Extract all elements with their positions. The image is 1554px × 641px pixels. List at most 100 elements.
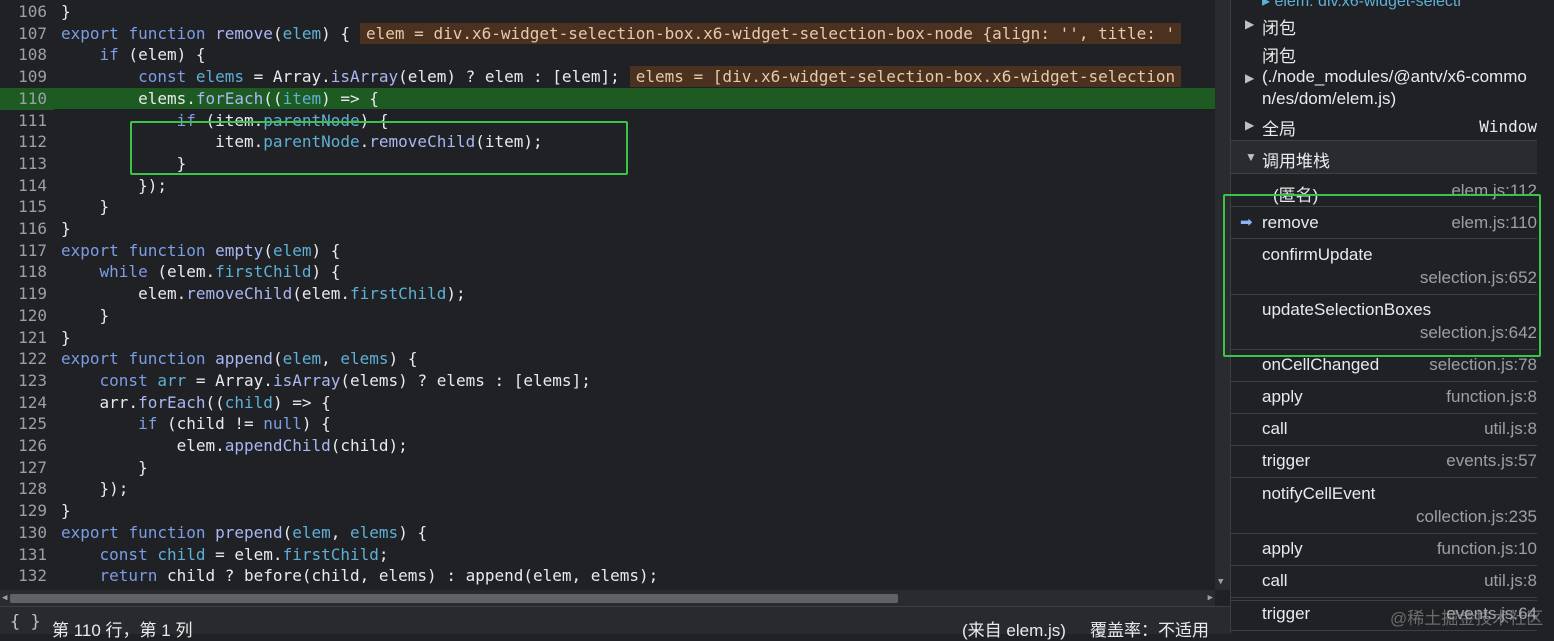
frame-location-link[interactable]: function.js:8 (1446, 387, 1537, 407)
code-line[interactable]: 127 } (0, 457, 1215, 479)
line-number[interactable]: 125 (0, 413, 54, 435)
line-number[interactable]: 108 (0, 44, 54, 66)
scroll-down-icon[interactable]: ▼ (1218, 577, 1223, 587)
code-line[interactable]: 116} (0, 218, 1215, 240)
line-number[interactable]: 130 (0, 522, 54, 544)
code-text: while (elem.firstChild) { (99, 262, 341, 282)
line-number[interactable]: 112 (0, 131, 54, 153)
line-number[interactable]: 115 (0, 196, 54, 218)
callstack-section-header[interactable]: ▼ 调用堆栈 (1231, 141, 1537, 173)
code-line[interactable]: 108 if (elem) { (0, 44, 1215, 66)
frame-location-link[interactable]: function.js:10 (1437, 539, 1537, 559)
code-line[interactable]: 124 arr.forEach((child) => { (0, 392, 1215, 414)
code-text: }); (61, 175, 167, 195)
callstack-frame[interactable]: call util.js:8 (1231, 414, 1537, 445)
horizontal-scroll-thumb[interactable] (10, 594, 898, 603)
frame-location-link[interactable]: collection.js:235 (1416, 507, 1537, 527)
code-text: const arr = Array.isArray(elems) ? elems… (99, 370, 591, 390)
frame-function-name: trigger (1262, 451, 1311, 470)
line-number[interactable]: 128 (0, 478, 54, 500)
frame-location-link[interactable]: util.js:8 (1484, 419, 1537, 439)
code-text: } (61, 305, 110, 325)
scroll-left-icon[interactable]: ◀ (2, 593, 7, 603)
line-number[interactable]: 116 (0, 218, 54, 240)
code-text: elems.forEach((item) => { (61, 88, 379, 108)
callstack-frame[interactable]: apply function.js:10 (1231, 534, 1537, 565)
callstack-frame[interactable]: call util.js:8 (1231, 566, 1537, 597)
inline-variable-value: elem = div.x6-widget-selection-box.x6-wi… (360, 22, 1182, 44)
callstack-frame[interactable]: apply function.js:8 (1231, 382, 1537, 413)
scope-closure-1[interactable]: ▶ 闭包 (1231, 14, 1537, 38)
watermark: @稀土掘金技术社区 (1390, 609, 1544, 628)
line-number[interactable]: 122 (0, 348, 54, 370)
line-number[interactable]: 118 (0, 261, 54, 283)
scope-closure-2[interactable]: 闭包 (1231, 42, 1537, 66)
code-line[interactable]: 107 export function remove(elem) {elem = … (0, 22, 1215, 45)
code-line[interactable]: 122 export function append(elem, elems) { (0, 348, 1215, 370)
scope-variable-partial[interactable]: ▸ elem: div.x6-widget-selecti (1231, 0, 1537, 10)
code-text: } (61, 2, 71, 21)
line-number[interactable]: 107 (0, 23, 54, 45)
collapse-triangle-icon[interactable]: ▼ (1245, 150, 1257, 164)
line-number[interactable]: 123 (0, 370, 54, 392)
code-text: elem.appendChild(child); (61, 436, 408, 455)
code-line[interactable]: 130 export function prepend(elem, elems) … (0, 522, 1215, 544)
line-number[interactable]: 119 (0, 283, 54, 305)
code-line[interactable]: 115 } (0, 196, 1215, 218)
pretty-print-icon[interactable]: { } (10, 612, 41, 632)
source-editor[interactable]: 106} 107 export function remove(elem) {ele… (0, 0, 1215, 590)
code-line[interactable]: 119 elem.removeChild(elem.firstChild); (0, 283, 1215, 305)
line-number[interactable]: 129 (0, 500, 54, 522)
code-line[interactable]: 117 export function empty(elem) { (0, 240, 1215, 262)
frame-function-name: onCellChanged (1262, 355, 1380, 374)
line-number[interactable]: 114 (0, 175, 54, 197)
code-line[interactable]: 129} (0, 500, 1215, 522)
scope-global[interactable]: ▶ 全局 Window (1231, 115, 1537, 139)
code-line[interactable]: 121} (0, 327, 1215, 349)
code-text: if (elem) { (99, 45, 206, 65)
frame-location-link[interactable]: events.js:57 (1446, 451, 1537, 471)
line-number[interactable]: 120 (0, 305, 54, 327)
code-line[interactable]: 125 if (child != null) { (0, 413, 1215, 435)
line-number[interactable]: 106 (0, 1, 54, 23)
scroll-right-icon[interactable]: ▶ (1208, 593, 1213, 603)
code-text: } (61, 327, 71, 347)
line-number[interactable]: 117 (0, 240, 54, 262)
code-text: export function append(elem, elems) { (61, 349, 418, 369)
code-line[interactable]: 132 return child ? before(child, elems) … (0, 565, 1215, 587)
line-number[interactable]: 113 (0, 153, 54, 175)
code-line[interactable]: 131 const child = elem.firstChild; (0, 544, 1215, 566)
code-line[interactable]: 126 elem.appendChild(child); (0, 435, 1215, 457)
code-text: export function remove(elem) {elem = div… (61, 22, 1182, 45)
frame-location-link[interactable]: util.js:8 (1484, 571, 1537, 591)
source-file-link[interactable]: (来自 elem.js) (962, 616, 1066, 641)
line-number[interactable]: 126 (0, 435, 54, 457)
frame-location-link[interactable]: selection.js:78 (1429, 355, 1537, 375)
code-line[interactable]: 123 const arr = Array.isArray(elems) ? e… (0, 370, 1215, 392)
line-number[interactable]: 111 (0, 110, 54, 132)
horizontal-scrollbar[interactable]: ◀ ▶ (0, 590, 1215, 606)
line-number[interactable]: 127 (0, 457, 54, 479)
expand-triangle-icon[interactable]: ▶ (1245, 71, 1254, 85)
code-line[interactable]: 114 }); (0, 175, 1215, 197)
line-number[interactable]: 110 (0, 87, 54, 110)
expand-triangle-icon[interactable]: ▶ (1245, 118, 1254, 132)
code-line-current[interactable]: 110 elems.forEach((item) => { (0, 87, 1215, 110)
line-number[interactable]: 121 (0, 327, 54, 349)
code-line[interactable]: 128 }); (0, 478, 1215, 500)
code-line[interactable]: 106} (0, 1, 1215, 23)
scope-module-closure[interactable]: ▶ (./node_modules/@antv/x6-common/es/dom… (1231, 66, 1537, 112)
line-number[interactable]: 109 (0, 66, 54, 88)
callstack-frame[interactable]: notifyCellEvent collection.js:235 (1231, 479, 1537, 533)
code-line[interactable]: 118 while (elem.firstChild) { (0, 261, 1215, 283)
code-text: const elems = Array.isArray(elem) ? elem… (61, 66, 1182, 88)
code-line[interactable]: 109 const elems = Array.isArray(elem) ? … (0, 66, 1215, 88)
callstack-frame[interactable]: trigger events.js:57 (1231, 446, 1537, 477)
code-line[interactable]: 120 } (0, 305, 1215, 327)
line-number[interactable]: 132 (0, 565, 54, 587)
expand-triangle-icon[interactable]: ▶ (1245, 17, 1254, 31)
code-text: return child ? before(child, elems) : ap… (99, 566, 659, 586)
line-number[interactable]: 131 (0, 544, 54, 566)
code-text: arr.forEach((child) => { (61, 392, 331, 412)
line-number[interactable]: 124 (0, 392, 54, 414)
